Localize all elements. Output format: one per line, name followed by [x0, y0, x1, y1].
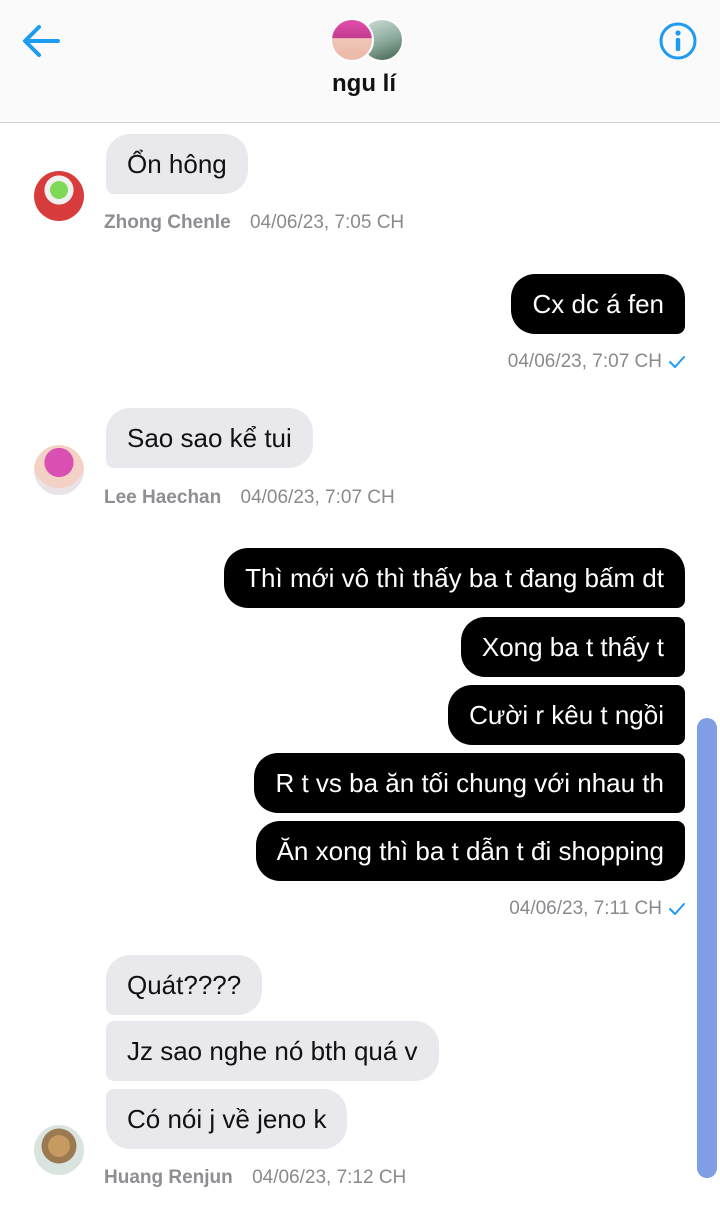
- conversation-title[interactable]: ngu lí: [260, 70, 468, 98]
- avatar: [330, 18, 374, 62]
- message-bubble[interactable]: Xong ba t thấy t: [460, 617, 685, 677]
- arrow-left-icon: [23, 25, 60, 57]
- group-avatar-stack[interactable]: [330, 18, 408, 62]
- message-timestamp: 04/06/23, 7:11 CH: [509, 898, 662, 919]
- info-icon: [659, 22, 697, 60]
- avatar[interactable]: [34, 171, 84, 221]
- scrollbar-thumb[interactable]: [697, 718, 717, 1178]
- read-check-icon: [668, 900, 686, 922]
- message-timestamp: 04/06/23, 7:07 CH: [240, 487, 395, 508]
- message-meta: Lee Haechan 04/06/23, 7:07 CH: [104, 487, 395, 509]
- message-bubble[interactable]: Có nói j về jeno k: [106, 1089, 348, 1149]
- message-bubble[interactable]: Ổn hông: [106, 134, 248, 194]
- message-timestamp: 04/06/23, 7:12 CH: [252, 1167, 407, 1188]
- read-check-icon: [668, 353, 686, 375]
- message-bubble[interactable]: Jz sao nghe nó bth quá v: [106, 1021, 439, 1081]
- message-bubble[interactable]: Cx dc á fen: [511, 274, 685, 334]
- message-bubble[interactable]: Ăn xong thì ba t dẫn t đi shopping: [255, 821, 685, 881]
- message-bubble[interactable]: Cười r kêu t ngồi: [448, 685, 685, 745]
- message-meta: Zhong Chenle 04/06/23, 7:05 CH: [104, 212, 404, 234]
- avatar[interactable]: [34, 1125, 84, 1175]
- message-timestamp: 04/06/23, 7:05 CH: [249, 212, 405, 233]
- sender-name[interactable]: Huang Renjun: [104, 1167, 233, 1188]
- message-timestamp: 04/06/23, 7:07 CH: [507, 351, 662, 372]
- message-bubble[interactable]: Thì mới vô thì thấy ba t đang bấm dt: [224, 548, 685, 608]
- info-button[interactable]: [658, 21, 698, 61]
- message-bubble[interactable]: Quát????: [106, 955, 263, 1015]
- back-button[interactable]: [20, 20, 64, 64]
- message-meta: 04/06/23, 7:11 CH: [509, 898, 686, 922]
- message-bubble[interactable]: R t vs ba ăn tối chung với nhau th: [254, 753, 685, 813]
- sender-name[interactable]: Lee Haechan: [104, 487, 221, 508]
- message-meta: 04/06/23, 7:07 CH: [508, 351, 686, 375]
- message-meta: Huang Renjun 04/06/23, 7:12 CH: [104, 1167, 406, 1189]
- avatar[interactable]: [34, 445, 84, 495]
- message-bubble[interactable]: Sao sao kể tui: [106, 408, 313, 468]
- sender-name[interactable]: Zhong Chenle: [104, 212, 231, 233]
- conversation-header: ngu lí: [0, 0, 720, 123]
